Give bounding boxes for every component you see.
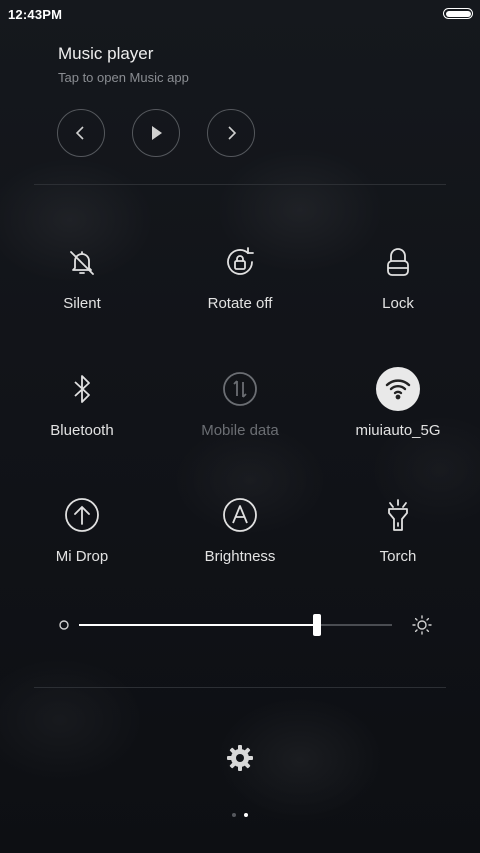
slider-track[interactable] <box>79 614 392 636</box>
mobile-data-icon <box>216 365 264 413</box>
page-indicator <box>0 813 480 817</box>
toggle-label: Brightness <box>204 548 276 565</box>
toggle-label: Bluetooth <box>50 422 114 439</box>
clock: 12:43PM <box>8 7 63 22</box>
mi-drop-icon <box>58 491 106 539</box>
toggle-torch[interactable]: Torch <box>318 491 478 591</box>
toggle-label: Silent <box>63 295 101 312</box>
page-dot-active <box>244 813 248 817</box>
auto-brightness-icon <box>216 491 264 539</box>
music-player-title[interactable]: Music player <box>58 44 153 64</box>
previous-button[interactable] <box>57 109 105 157</box>
brightness-slider[interactable] <box>56 610 432 640</box>
toggle-label: Mobile data <box>201 422 279 439</box>
next-button[interactable] <box>207 109 255 157</box>
toggle-label: Mi Drop <box>55 548 109 565</box>
toggle-label: Lock <box>382 295 414 312</box>
gear-icon <box>227 745 253 771</box>
play-icon <box>152 126 162 140</box>
lock-icon <box>374 238 422 286</box>
toggle-label: miuiauto_5G <box>355 422 441 439</box>
slider-fill <box>79 624 317 626</box>
torch-icon <box>374 491 422 539</box>
toggle-bluetooth[interactable]: Bluetooth <box>2 365 162 465</box>
silent-bell-icon <box>58 238 106 286</box>
status-bar: 12:43PM <box>0 0 480 28</box>
toggle-mobile-data[interactable]: Mobile data <box>160 365 320 465</box>
toggle-wifi[interactable]: miuiauto_5G <box>318 365 478 465</box>
music-player-subtitle[interactable]: Tap to open Music app <box>58 70 189 85</box>
brightness-low-icon <box>59 620 69 630</box>
toggle-lock[interactable]: Lock <box>318 238 478 338</box>
divider <box>34 687 446 688</box>
rotate-lock-icon <box>216 238 264 286</box>
toggle-mi-drop[interactable]: Mi Drop <box>2 491 162 591</box>
next-icon <box>228 126 237 140</box>
toggle-rotate[interactable]: Rotate off <box>160 238 320 338</box>
play-button[interactable] <box>132 109 180 157</box>
previous-icon <box>75 126 84 140</box>
toggle-brightness[interactable]: Brightness <box>160 491 320 591</box>
toggle-silent[interactable]: Silent <box>2 238 162 338</box>
toggle-label: Rotate off <box>207 295 273 312</box>
page-dot <box>232 813 236 817</box>
battery-icon <box>443 8 473 19</box>
toggle-label: Torch <box>379 548 417 565</box>
settings-button[interactable] <box>224 742 256 774</box>
wifi-icon <box>376 367 420 411</box>
brightness-high-icon <box>412 615 432 635</box>
bluetooth-icon <box>58 365 106 413</box>
slider-thumb[interactable] <box>312 614 321 636</box>
divider <box>34 184 446 185</box>
